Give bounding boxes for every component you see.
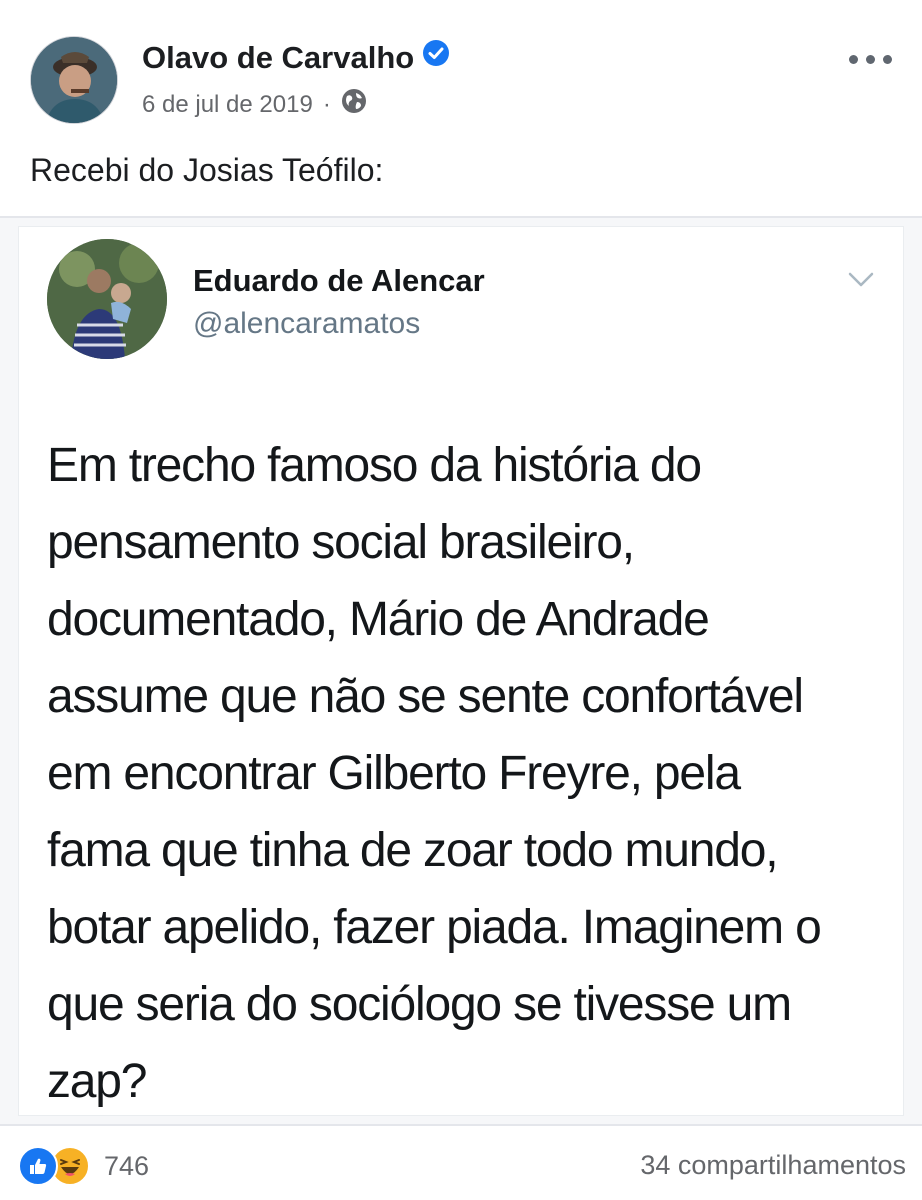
user-avatar-icon xyxy=(47,239,167,359)
more-dot xyxy=(882,54,892,64)
meta-separator: · xyxy=(322,90,331,118)
tweet-text-line: documentado, Mário de Andrade xyxy=(47,593,710,646)
author-name-text[interactable]: Olavo de Carvalho xyxy=(142,40,414,75)
tweet-text-line: Em trecho famoso da história do xyxy=(47,439,702,492)
tweet-card: Eduardo de Alencar @alencaramatos Em tre… xyxy=(18,226,904,1116)
tweet-author-handle: @alencaramatos xyxy=(193,307,421,340)
more-dot xyxy=(865,54,875,64)
user-avatar-icon xyxy=(31,37,117,123)
tweet-text-line: que seria do sociólogo se tivesse um xyxy=(47,978,792,1031)
verified-badge-icon xyxy=(422,39,450,75)
post-image[interactable]: Eduardo de Alencar @alencaramatos Em tre… xyxy=(0,216,922,1126)
tweet-text-line: pensamento social brasileiro, xyxy=(47,516,635,569)
tweet-author-name: Eduardo de Alencar xyxy=(193,263,485,298)
post-footer: 746 34 compartilhamentos xyxy=(18,1146,906,1190)
share-count[interactable]: 34 compartilhamentos xyxy=(640,1150,906,1181)
tweet-text-line: em encontrar Gilberto Freyre, pela xyxy=(47,747,741,800)
reaction-count[interactable]: 746 xyxy=(104,1151,149,1182)
post-date[interactable]: 6 de jul de 2019 xyxy=(142,91,313,119)
like-reaction-icon xyxy=(18,1146,58,1186)
tweet-avatar xyxy=(47,239,167,359)
tweet-text-line: assume que não se sente confortável xyxy=(47,670,804,723)
more-dot xyxy=(848,54,858,64)
tweet-text: Em trecho famoso da história do pensamen… xyxy=(47,427,887,1120)
author-avatar[interactable] xyxy=(30,36,118,124)
reactions-summary[interactable]: 746 xyxy=(18,1146,149,1186)
more-options-icon[interactable] xyxy=(840,46,900,72)
post-caption: Recebi do Josias Teófilo: xyxy=(30,152,384,188)
post-meta: 6 de jul de 2019 · xyxy=(142,88,367,121)
author-name[interactable]: Olavo de Carvalho xyxy=(142,39,450,76)
globe-icon xyxy=(341,88,367,121)
tweet-text-line: fama que tinha de zoar todo mundo, xyxy=(47,824,779,877)
tweet-text-line: zap? xyxy=(47,1055,147,1108)
chevron-down-icon xyxy=(847,271,875,294)
facebook-post: Olavo de Carvalho 6 de jul de 2019 · Rec… xyxy=(0,0,922,1200)
tweet-text-line: botar apelido, fazer piada. Imaginem o xyxy=(47,901,822,954)
post-header: Olavo de Carvalho 6 de jul de 2019 · xyxy=(30,36,900,126)
